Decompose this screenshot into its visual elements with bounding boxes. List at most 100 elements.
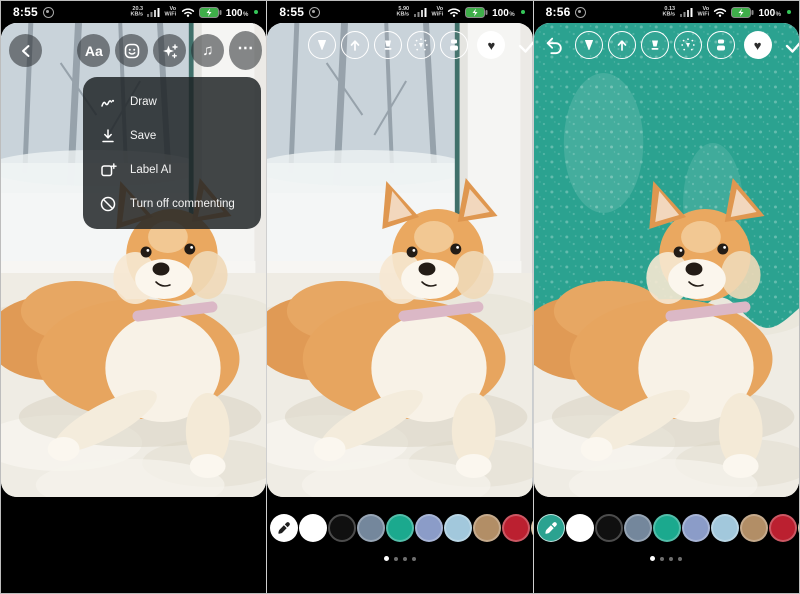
check-icon [517,36,532,54]
battery-icon [731,7,754,18]
marker-tool-button[interactable] [374,31,402,59]
color-swatch[interactable] [444,514,472,542]
neon-tool-button[interactable] [674,31,702,59]
battery-percent: 100% [492,3,515,21]
clock: 8:56 [546,5,571,19]
color-swatch[interactable] [624,514,652,542]
status-bar: 8:55 5.90 KB/s Vo WiFi 100% [267,1,532,23]
menu-item-save[interactable]: Save [99,127,253,145]
color-bar [534,497,799,593]
status-left: 8:56 [546,5,587,19]
battery-unit: % [509,12,514,18]
undo-icon [544,35,564,55]
color-swatch[interactable] [531,514,532,542]
wifi-text: WiFi [165,12,177,18]
recorder-icon [575,7,586,18]
text-tool-button[interactable]: Aa [77,34,110,67]
sticker-icon [123,42,141,60]
marker-icon [647,37,663,53]
net-speed-unit: KB/s [396,12,409,18]
no-comment-icon [99,195,117,213]
marker-tool-button[interactable] [641,31,669,59]
menu-label: Draw [130,96,157,108]
sticker-button[interactable] [115,34,148,67]
eraser-tool-button[interactable] [440,31,468,59]
screen-draw-mode: 8:55 5.90 KB/s Vo WiFi 100% [267,1,532,593]
palette-page-dots [534,556,799,561]
done-button[interactable] [515,32,532,58]
battery-icon [199,7,222,18]
color-swatch[interactable] [798,514,799,542]
color-swatch[interactable] [711,514,739,542]
status-dot [521,10,525,14]
pen-tool-button[interactable] [308,31,336,59]
page-dot [660,557,664,561]
share-bar: Your story ★ Close friends › [1,497,266,593]
arrow-tool-button[interactable] [341,31,369,59]
drawing-canvas[interactable]: ♥ [534,23,799,497]
net-speed: 20.3 KB/s [130,6,143,17]
done-button[interactable] [782,32,799,58]
save-icon [99,127,117,145]
color-swatch[interactable] [473,514,501,542]
label-ai-icon [99,161,117,179]
arrow-tool-button[interactable] [608,31,636,59]
page-dot [403,557,407,561]
color-swatch[interactable] [595,514,623,542]
vowifi-label: Vo WiFi [165,6,177,17]
music-button[interactable]: ♫ [191,34,224,67]
signal-icon [680,7,693,17]
color-swatch[interactable] [415,514,443,542]
menu-item-draw[interactable]: Draw [99,93,253,111]
color-swatch[interactable] [653,514,681,542]
color-swatch[interactable] [386,514,414,542]
status-right: 0.13 KB/s Vo WiFi 100% [662,3,791,21]
arrow-up-icon [614,37,630,53]
neon-tool-button[interactable] [407,31,435,59]
battery-value: 100 [758,8,775,19]
color-swatch[interactable] [299,514,327,542]
pen-tool-button[interactable] [575,31,603,59]
eraser-icon [713,37,729,53]
eraser-icon [446,37,462,53]
vowifi-label: Vo WiFi [697,6,709,17]
color-swatch[interactable] [328,514,356,542]
recorder-icon [309,7,320,18]
eyedropper-icon [277,521,291,535]
wifi-icon [447,7,461,17]
draw-toolbar: ♥ [534,31,799,59]
undo-button[interactable] [542,33,566,57]
pen-icon [581,37,597,53]
menu-item-turn-off-commenting[interactable]: Turn off commenting [99,195,253,213]
color-swatch[interactable] [566,514,594,542]
signal-icon [147,7,160,17]
color-palette [267,514,532,542]
palette-page-dots [267,556,532,561]
story-tools: Aa ♫ ⋯ [77,31,262,70]
arrow-up-icon [347,37,363,53]
eraser-tool-button[interactable] [707,31,735,59]
pen-icon [314,37,330,53]
net-speed: 0.13 KB/s [663,6,676,17]
battery-value: 100 [226,8,243,19]
color-swatch[interactable] [357,514,385,542]
menu-item-label-ai[interactable]: Label AI [99,161,253,179]
story-toolbar: Aa ♫ ⋯ [1,31,266,70]
page-dot [669,557,673,561]
heart-brush-button[interactable]: ♥ [477,31,505,59]
story-options-menu: Draw Save Label AI Turn off commenting [83,77,261,229]
story-canvas[interactable]: Aa ♫ ⋯ Draw Save Label AI [1,23,266,497]
more-button[interactable]: ⋯ [229,31,262,70]
back-button[interactable] [9,34,42,67]
heart-brush-button[interactable]: ♥ [744,31,772,59]
color-swatch[interactable] [740,514,768,542]
color-swatch[interactable] [502,514,530,542]
color-swatch[interactable] [769,514,797,542]
effects-button[interactable] [153,34,186,67]
eyedropper-button[interactable] [270,514,298,542]
drawing-canvas[interactable]: ♥ [267,23,532,497]
draw-icon [99,93,117,111]
color-swatch[interactable] [682,514,710,542]
composite-screenshot: 8:55 20.3 KB/s Vo WiFi 100% [0,0,800,594]
eyedropper-button[interactable] [537,514,565,542]
